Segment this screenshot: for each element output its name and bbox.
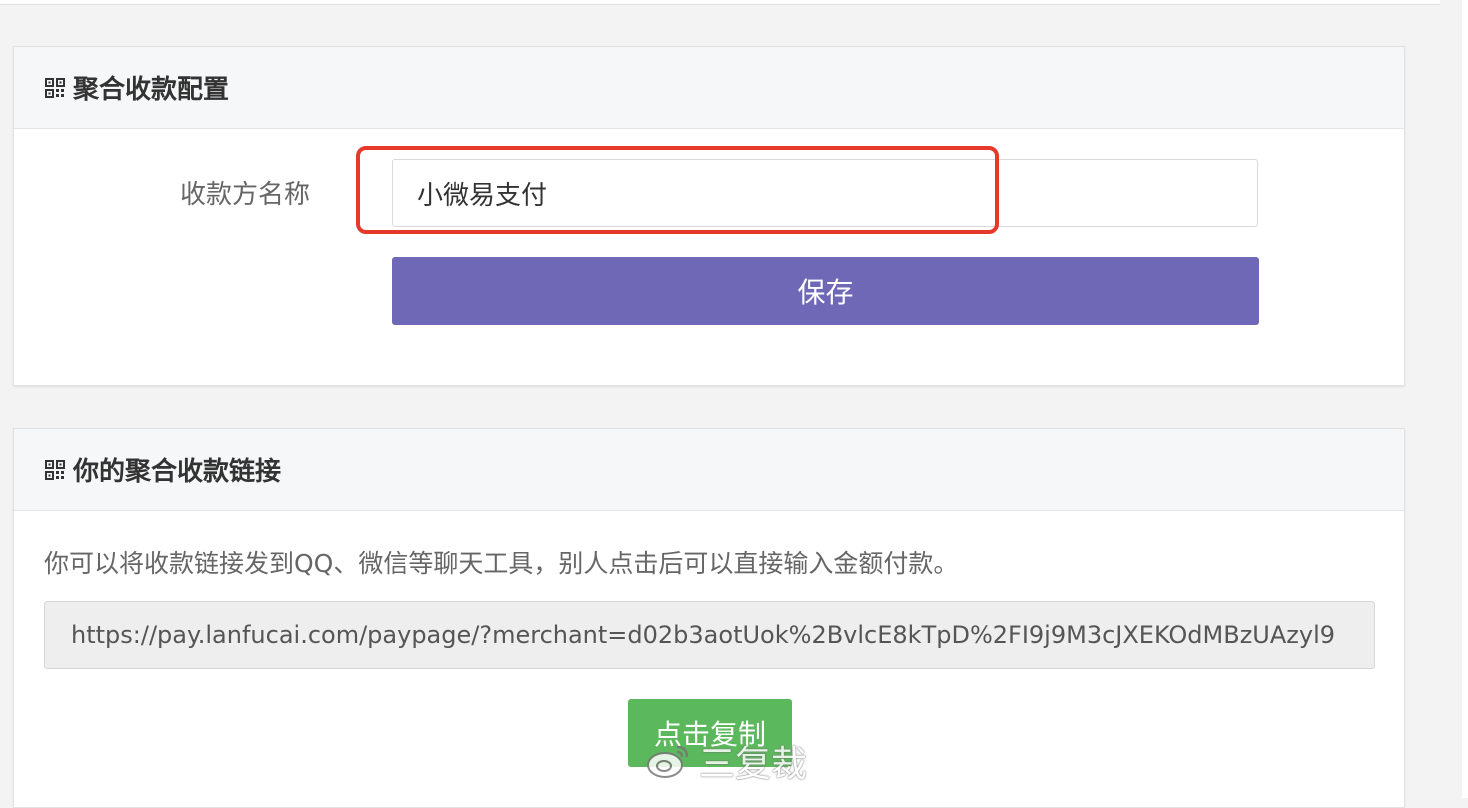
payee-name-label: 收款方名称 — [180, 180, 311, 210]
link-panel-header: 你的聚合收款链接 — [14, 429, 1404, 511]
config-panel-header: 聚合收款配置 — [14, 47, 1404, 129]
copy-button[interactable]: 点击复制 — [628, 699, 792, 767]
right-scroll-strip — [1462, 0, 1468, 798]
top-bar — [0, 0, 1440, 5]
qrcode-icon — [45, 77, 65, 98]
payee-name-input[interactable] — [392, 159, 1258, 227]
save-button[interactable]: 保存 — [392, 257, 1259, 325]
config-panel-title: 聚合收款配置 — [73, 75, 230, 105]
link-panel-title: 你的聚合收款链接 — [73, 457, 282, 487]
payment-link-field[interactable] — [44, 601, 1375, 669]
link-description: 你可以将收款链接发到QQ、微信等聊天工具，别人点击后可以直接输入金额付款。 — [44, 549, 959, 578]
qrcode-icon — [45, 459, 65, 480]
